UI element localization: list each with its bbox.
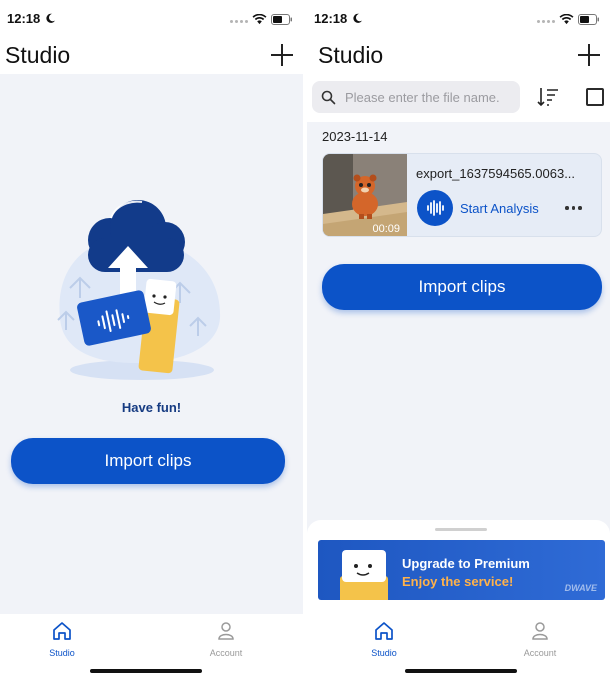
battery-icon (578, 12, 600, 30)
person-icon (218, 622, 234, 640)
home-indicator (405, 669, 517, 673)
import-clips-button[interactable]: Import clips (322, 264, 602, 310)
clip-date: 2023-11-14 (322, 129, 388, 144)
promo-subtitle: Enjoy the service! (402, 574, 514, 589)
wifi-icon (559, 12, 574, 30)
signal-icon (230, 19, 248, 23)
status-time: 12:18 (7, 11, 41, 26)
more-icon[interactable] (565, 206, 582, 210)
studio-list-screen: 12:18 Studio Please enter the file name. (307, 0, 610, 680)
clip-thumbnail: 00:09 (323, 154, 407, 236)
sort-icon[interactable] (537, 86, 559, 113)
top-nav: Studio (307, 36, 610, 74)
brand-logo: DWAVE (564, 583, 597, 593)
home-icon (375, 622, 393, 640)
upgrade-banner[interactable]: Upgrade to Premium Enjoy the service! DW… (318, 540, 605, 600)
search-icon (321, 90, 336, 110)
import-clips-button[interactable]: Import clips (11, 438, 285, 484)
clip-duration: 00:09 (372, 223, 400, 235)
tab-account-label: Account (209, 648, 243, 658)
home-indicator (90, 669, 202, 673)
moon-icon (45, 11, 56, 29)
plus-icon[interactable] (269, 42, 295, 68)
start-analysis-button[interactable]: Start Analysis (460, 201, 539, 216)
sheet-handle[interactable] (435, 528, 487, 531)
signal-icon (537, 19, 555, 23)
page-title: Studio (318, 42, 384, 68)
studio-empty-screen: 12:18 Studio Have fun! Import clips Stud… (0, 0, 303, 680)
clip-filename: export_1637594565.0063... (416, 166, 576, 181)
search-input[interactable]: Please enter the file name. (312, 81, 520, 113)
tab-account[interactable]: Account (500, 620, 580, 658)
status-bar: 12:18 (307, 0, 610, 36)
search-placeholder: Please enter the file name. (345, 90, 500, 105)
top-nav: Studio (0, 36, 303, 74)
home-icon (53, 622, 71, 640)
status-bar: 12:18 (0, 0, 303, 36)
clip-card[interactable]: 00:09 export_1637594565.0063... Start An… (322, 153, 602, 237)
tab-studio-label: Studio (371, 648, 397, 658)
page-title: Studio (5, 42, 71, 68)
person-icon (532, 622, 548, 640)
cloud-upload-illustration (50, 198, 225, 388)
plus-icon[interactable] (576, 42, 602, 68)
tab-studio[interactable]: Studio (22, 620, 102, 658)
promo-title: Upgrade to Premium (402, 556, 530, 571)
tab-studio-label: Studio (49, 648, 75, 658)
checkbox-icon[interactable] (586, 88, 604, 106)
empty-state-message: Have fun! (121, 400, 182, 415)
tab-studio[interactable]: Studio (344, 620, 424, 658)
tab-account-label: Account (523, 648, 557, 658)
waveform-icon[interactable] (417, 190, 453, 226)
wifi-icon (252, 12, 267, 30)
promo-sheet: Upgrade to Premium Enjoy the service! DW… (307, 520, 610, 614)
battery-icon (271, 12, 293, 30)
moon-icon (352, 11, 363, 29)
status-time: 12:18 (314, 11, 348, 26)
tab-account[interactable]: Account (186, 620, 266, 658)
list-toolbar: Please enter the file name. (307, 74, 610, 122)
mascot-illustration (340, 550, 388, 600)
